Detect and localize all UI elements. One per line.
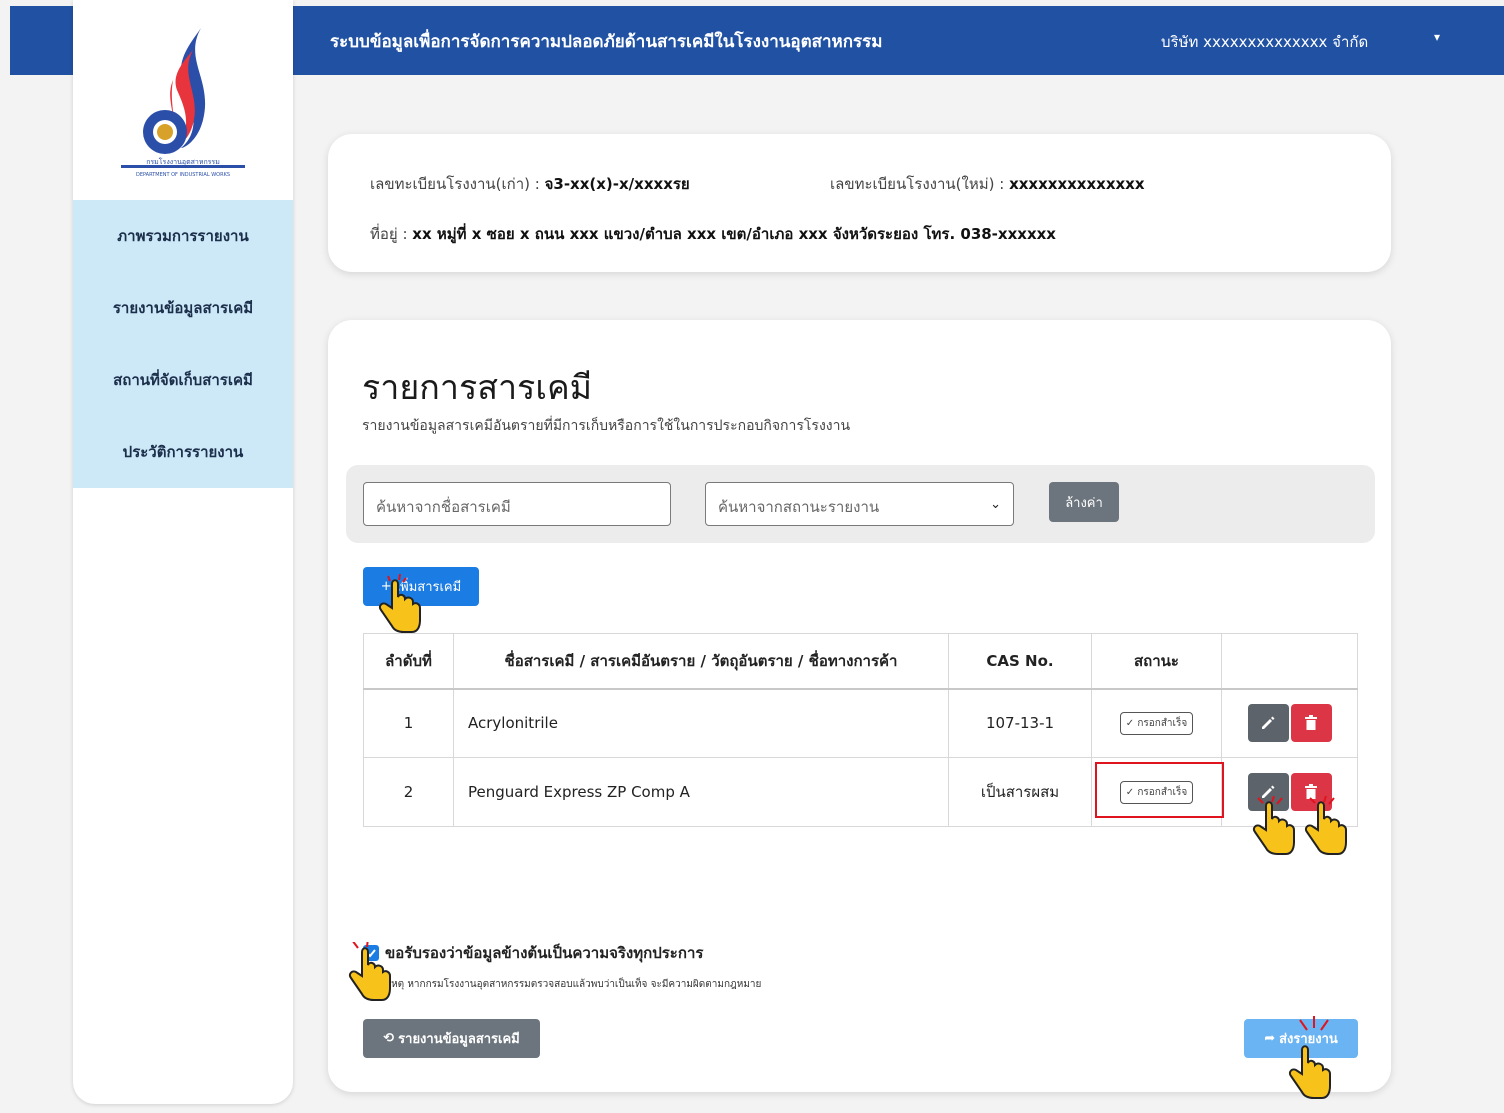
sidebar-nav: ภาพรวมการรายงาน รายงานข้อมูลสารเคมี สถาน… <box>73 200 293 488</box>
svg-text:DEPARTMENT OF INDUSTRIAL WORKS: DEPARTMENT OF INDUSTRIAL WORKS <box>136 172 230 178</box>
col-actions <box>1221 633 1358 690</box>
delete-button[interactable] <box>1290 704 1332 743</box>
col-name: ชื่อสารเคมี / สารเคมีอันตราย / วัตถุอันต… <box>453 633 949 690</box>
company-menu[interactable]: บริษัท xxxxxxxxxxxxxx จำกัด <box>1161 30 1368 54</box>
status-select-value: ค้นหาจากสถานะรายงาน <box>718 498 880 516</box>
old-registration: เลขทะเบียนโรงงาน(เก่า) : จ3-xx(x)-x/xxxx… <box>370 172 690 196</box>
row-cas: 107-13-1 <box>948 688 1092 758</box>
factory-info-card: เลขทะเบียนโรงงาน(เก่า) : จ3-xx(x)-x/xxxx… <box>328 134 1391 272</box>
back-label: รายงานข้อมูลสารเคมี <box>398 1032 520 1047</box>
sidebar: กรมโรงงานอุตสาหกรรม DEPARTMENT OF INDUST… <box>73 0 293 1104</box>
click-burst-icon <box>1299 1016 1329 1031</box>
table-header-row: ลำดับที่ ชื่อสารเคมี / สารเคมีอันตราย / … <box>363 633 1358 690</box>
logo-text: กรมโรงงานอุตสาหกรรม <box>146 157 220 166</box>
app-title: ระบบข้อมูลเพื่อการจัดการความปลอดภัยด้านส… <box>330 32 883 52</box>
row-status: ✓ กรอกสำเร็จ <box>1091 688 1222 758</box>
row-no: 1 <box>363 688 454 758</box>
status-text: กรอกสำเร็จ <box>1137 717 1188 729</box>
sidebar-item-storage[interactable]: สถานที่จัดเก็บสารเคมี <box>73 344 293 416</box>
old-reg-label: เลขทะเบียนโรงงาน(เก่า) : <box>370 175 540 193</box>
pencil-icon <box>1262 716 1275 730</box>
status-select[interactable]: ค้นหาจากสถานะรายงาน ⌄ <box>705 482 1014 526</box>
back-to-report-button[interactable]: ⟲ รายงานข้อมูลสารเคมี <box>363 1019 540 1058</box>
sidebar-item-chemical-report[interactable]: รายงานข้อมูลสารเคมี <box>73 272 293 344</box>
page-subtitle: รายงานข้อมูลสารเคมีอันตรายที่มีการเก็บหร… <box>362 418 851 434</box>
chevron-down-icon: ⌄ <box>990 497 1001 512</box>
row-cas: เป็นสารผสม <box>948 757 1092 827</box>
pointer-hand-icon <box>378 574 421 633</box>
certify-label: ขอรับรองว่าข้อมูลข้างต้นเป็นความจริงทุกป… <box>385 944 704 962</box>
new-reg-value: xxxxxxxxxxxxxx <box>1009 175 1145 193</box>
sidebar-item-history[interactable]: ประวัติการรายงาน <box>73 416 293 488</box>
sidebar-item-overview[interactable]: ภาพรวมการรายงาน <box>73 200 293 272</box>
status-highlight-box <box>1095 762 1224 818</box>
filter-bar: ค้นหาจากชื่อสารเคมี ค้นหาจากสถานะรายงาน … <box>346 465 1375 543</box>
dept-logo: กรมโรงงานอุตสาหกรรม DEPARTMENT OF INDUST… <box>121 28 245 178</box>
row-no: 2 <box>363 757 454 827</box>
certify-row: ขอรับรองว่าข้อมูลข้างต้นเป็นความจริงทุกป… <box>363 941 703 965</box>
edit-button[interactable] <box>1247 704 1289 743</box>
undo-icon: ⟲ <box>383 1031 395 1046</box>
status-badge: ✓ กรอกสำเร็จ <box>1119 711 1194 735</box>
row-name: Penguard Express ZP Comp A <box>453 757 949 827</box>
col-no: ลำดับที่ <box>363 633 454 690</box>
address: ที่อยู่ : xx หมู่ที่ x ซอย x ถนน xxx แขว… <box>370 222 1056 246</box>
pointer-hand-icon <box>1252 796 1295 855</box>
pointer-hand-icon <box>1288 1045 1331 1099</box>
trash-icon <box>1305 715 1317 731</box>
page-title: รายการสารเคมี <box>362 368 593 408</box>
clear-button[interactable]: ล้างค่า <box>1049 482 1119 522</box>
col-status: สถานะ <box>1091 633 1222 690</box>
pointer-hand-icon <box>1304 796 1347 855</box>
old-reg-value: จ3-xx(x)-x/xxxxรย <box>544 175 690 193</box>
new-reg-label: เลขทะเบียนโรงงาน(ใหม่) : <box>830 175 1005 193</box>
chemical-list-card: รายการสารเคมี รายงานข้อมูลสารเคมีอันตราย… <box>328 320 1391 1092</box>
col-cas: CAS No. <box>948 633 1092 690</box>
address-label: ที่อยู่ : <box>370 225 408 243</box>
pointer-hand-icon <box>348 942 391 1001</box>
search-input[interactable]: ค้นหาจากชื่อสารเคมี <box>363 482 671 526</box>
address-value: xx หมู่ที่ x ซอย x ถนน xxx แขวง/ตำบล xxx… <box>412 225 1056 243</box>
chevron-down-icon[interactable]: ▾ <box>1434 30 1440 44</box>
row-actions <box>1221 688 1358 758</box>
legal-note: หมายเหตุ หากกรมโรงงานอุตสาหกรรมตรวจสอบแล… <box>363 979 762 990</box>
row-name: Acrylonitrile <box>453 688 949 758</box>
share-icon: ➦ <box>1264 1031 1276 1046</box>
new-registration: เลขทะเบียนโรงงาน(ใหม่) : xxxxxxxxxxxxxx <box>830 172 1145 196</box>
table-row: 1 Acrylonitrile 107-13-1 ✓ กรอกสำเร็จ <box>363 688 1358 758</box>
